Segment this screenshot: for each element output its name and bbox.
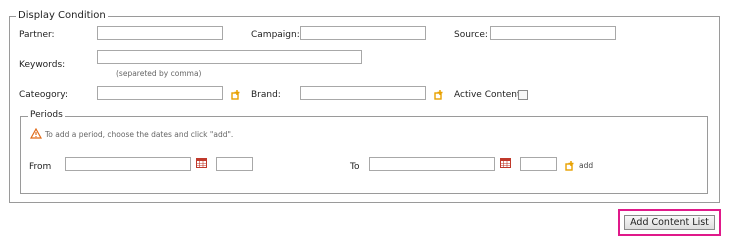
campaign-label: Campaign: xyxy=(251,30,300,40)
periods-legend: Periods xyxy=(28,110,65,120)
category-label: Cateogory: xyxy=(19,90,68,100)
to-label: To xyxy=(350,162,360,172)
brand-label: Brand: xyxy=(251,90,281,100)
to-date-input[interactable] xyxy=(369,157,495,171)
add-content-list-highlight: Add Content List xyxy=(618,209,721,236)
add-icon[interactable] xyxy=(433,89,444,100)
add-content-list-button[interactable]: Add Content List xyxy=(624,215,715,230)
from-time-input[interactable] xyxy=(216,157,253,171)
to-time-input[interactable] xyxy=(520,157,557,171)
source-label: Source: xyxy=(454,30,488,40)
display-condition-legend: Display Condition xyxy=(16,10,108,21)
keywords-input[interactable] xyxy=(97,50,362,64)
from-label: From xyxy=(29,162,52,172)
add-icon[interactable] xyxy=(564,160,575,171)
from-date-input[interactable] xyxy=(65,157,191,171)
active-content-label: Active Content xyxy=(454,90,521,100)
category-input[interactable] xyxy=(97,86,223,100)
periods-fieldset xyxy=(20,116,708,194)
keywords-label: Keywords: xyxy=(19,60,66,70)
periods-hint: To add a period, choose the dates and cl… xyxy=(45,130,234,139)
keywords-hint: (separeted by comma) xyxy=(116,69,202,78)
calendar-icon[interactable] xyxy=(500,158,511,168)
active-content-checkbox[interactable] xyxy=(518,90,528,100)
add-icon[interactable] xyxy=(230,89,241,100)
warning-icon xyxy=(30,128,42,139)
calendar-icon[interactable] xyxy=(196,158,207,168)
brand-input[interactable] xyxy=(300,86,426,100)
partner-label: Partner: xyxy=(19,30,55,40)
partner-input[interactable] xyxy=(97,26,223,40)
add-period-link[interactable]: add xyxy=(579,161,593,170)
campaign-input[interactable] xyxy=(300,26,426,40)
source-input[interactable] xyxy=(490,26,616,40)
